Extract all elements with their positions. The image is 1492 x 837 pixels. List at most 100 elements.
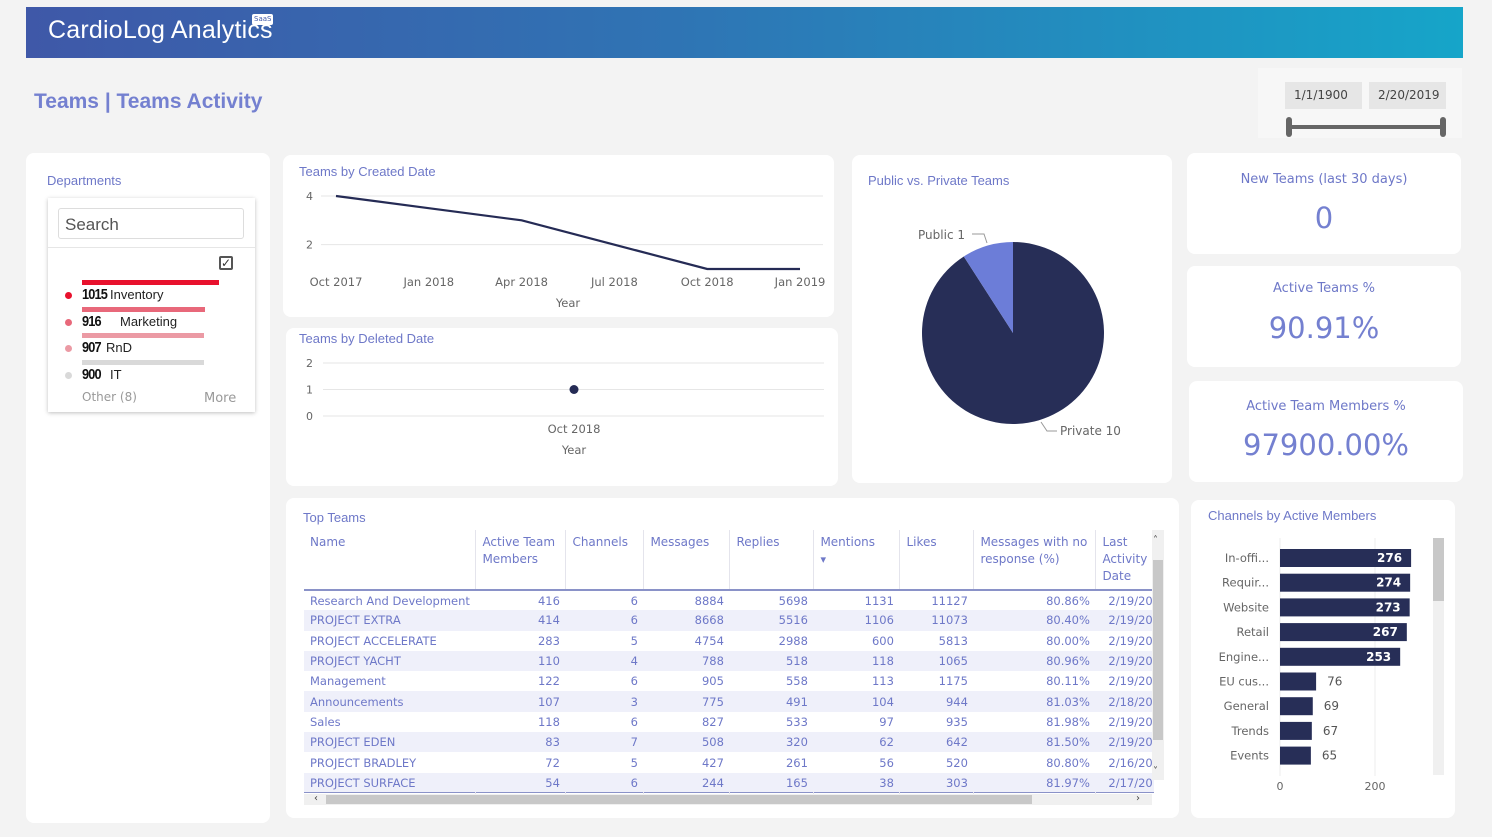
table-cell: 81.98% <box>1046 714 1090 729</box>
department-item[interactable]: 916 Marketing <box>48 307 255 333</box>
departments-slicer: Search ✓ 1015 Inventory 916 Marketing 907 RnD… <box>48 198 255 412</box>
y-tick-label: General <box>1224 699 1269 713</box>
column-header[interactable]: Messages <box>643 530 731 591</box>
start-date-input[interactable]: 1/1/1900 <box>1285 82 1362 109</box>
table-row[interactable]: Sales 118 6 827 533 97 935 81.98% 2/19/2019 <box>304 712 1154 732</box>
table-cell: 6 <box>630 593 638 608</box>
column-header-label: Active Team Members <box>482 535 556 566</box>
table-row[interactable]: Research And Development 416 6 8884 5698 1131… <box>304 590 1154 610</box>
scrollbar-thumb[interactable] <box>1433 538 1444 601</box>
table-cell: PROJECT EDEN <box>304 732 476 753</box>
select-all-checkbox-icon[interactable]: ✓ <box>219 256 233 270</box>
table-cell: 165 <box>729 772 814 793</box>
column-header-label: Messages with no response (%) <box>980 535 1088 566</box>
table-row[interactable]: PROJECT BRADLEY 72 5 427 261 56 520 80.80% 2/16/… <box>304 752 1154 772</box>
more-link[interactable]: More <box>204 391 236 406</box>
table-cell: 508 <box>643 732 730 753</box>
date-slider-end-handle[interactable] <box>1440 117 1446 137</box>
table-row[interactable]: PROJECT YACHT 110 4 788 518 118 1065 80.96% 2/19… <box>304 650 1154 672</box>
table-row[interactable]: Announcements 107 3 775 491 104 944 81.03% 2/18/… <box>304 691 1154 712</box>
date-slider-track[interactable] <box>1288 125 1444 129</box>
scroll-right-icon[interactable]: › <box>1136 793 1140 804</box>
scroll-left-icon[interactable]: ‹ <box>314 793 318 804</box>
table-cell: 122 <box>537 674 560 689</box>
teams-created-line-chart: 2 4 Oct 2017 Jan 2018 Apr 2018 Jul 2018 Oct 20… <box>306 190 825 310</box>
x-axis-label: Year <box>561 443 587 457</box>
kpi-title: Active Teams % <box>1273 281 1375 296</box>
column-header[interactable]: Mentions ▾ <box>813 530 901 591</box>
table-cell: 533 <box>785 714 808 729</box>
y-tick-label: 2 <box>306 239 313 252</box>
department-item[interactable]: 1015 Inventory <box>48 280 255 306</box>
kpi-active-members: Active Team Members % 97900.00% <box>1189 381 1463 482</box>
column-header[interactable]: Last Activity Date <box>1095 530 1154 591</box>
table-cell: 2/19/2019 <box>1108 633 1154 648</box>
saas-badge: SaaS <box>252 14 274 25</box>
table-vertical-scrollbar[interactable]: ˄ ˅ <box>1152 530 1164 780</box>
column-header-label: Messages <box>650 535 710 549</box>
table-cell: 427 <box>701 755 724 770</box>
table-cell: 8668 <box>643 610 730 631</box>
series-line <box>335 194 800 271</box>
y-tick-label: Website <box>1223 600 1269 614</box>
x-tick-label: 200 <box>1365 780 1386 793</box>
column-header[interactable]: Likes <box>899 530 975 591</box>
table-cell: PROJECT YACHT <box>304 650 476 672</box>
table-cell: 827 <box>701 714 724 729</box>
department-count: 907 <box>82 339 102 356</box>
department-count: 916 <box>82 313 102 330</box>
column-header[interactable]: Replies <box>729 530 815 591</box>
table-cell: 3 <box>565 691 644 712</box>
department-item[interactable]: 900 IT <box>48 360 255 386</box>
table-row[interactable]: PROJECT EXTRA 414 6 8668 5516 1106 11073 80.40%… <box>304 610 1154 631</box>
column-header[interactable]: Active Team Members <box>475 530 567 591</box>
y-tick-label: EU cus... <box>1219 675 1269 689</box>
table-cell: 416 <box>537 593 560 608</box>
departments-search-input[interactable]: Search <box>58 208 244 239</box>
table-cell: 56 <box>879 755 894 770</box>
scrollbar-thumb[interactable] <box>1153 560 1163 740</box>
table-cell: 244 <box>643 772 730 793</box>
scroll-up-icon[interactable]: ˄ <box>1153 535 1158 546</box>
chart-vertical-scrollbar[interactable] <box>1433 538 1444 775</box>
teams-created-chart-card: Teams by Created Date 2 4 Oct 2017 Jan 2018… <box>283 155 834 317</box>
column-header[interactable]: Channels <box>565 530 645 591</box>
end-date-input[interactable]: 2/20/2019 <box>1369 82 1446 109</box>
x-tick-label: Jan 2018 <box>402 275 454 289</box>
public-private-card: Public vs. Private Teams Private 10 Publi… <box>852 155 1172 483</box>
table-cell: 72 <box>545 755 560 770</box>
department-count: 900 <box>82 366 102 383</box>
department-dot-icon <box>65 319 72 326</box>
table-cell: 5516 <box>729 610 814 631</box>
table-cell: 303 <box>899 772 974 793</box>
table-row[interactable]: Management 122 6 905 558 113 1175 80.11% 2/19/20… <box>304 671 1154 691</box>
table-cell: PROJECT ACCELERATE <box>310 633 437 648</box>
other-departments-label: Other (8) <box>82 390 137 404</box>
data-label: 274 <box>1376 576 1401 590</box>
department-item[interactable]: 907 RnD <box>48 333 255 359</box>
table-row[interactable]: PROJECT SURFACE 54 6 244 165 38 303 81.97% 2/17/… <box>304 772 1154 793</box>
date-slider-start-handle[interactable] <box>1286 117 1292 137</box>
table-cell: 283 <box>537 633 560 648</box>
table-cell: Research And Development <box>310 593 470 608</box>
table-cell: 6 <box>630 714 638 729</box>
channels-chart-card: Channels by Active Members 0 200 In-offi..… <box>1191 500 1455 818</box>
table-row[interactable]: PROJECT ACCELERATE 283 5 4754 2988 600 5813 80.… <box>304 631 1154 651</box>
column-header-label: Mentions <box>820 535 876 549</box>
table-row[interactable]: PROJECT EDEN8375083206264281.50%2/19/201… <box>304 732 1154 753</box>
department-label: IT <box>110 367 122 382</box>
table-cell: PROJECT BRADLEY <box>310 755 417 770</box>
column-header[interactable]: Messages with no response (%) <box>973 530 1097 591</box>
table-cell: 80.86% <box>1046 593 1090 608</box>
scrollbar-thumb[interactable] <box>326 795 1032 804</box>
table-cell: 81.97% <box>973 772 1096 793</box>
teams-deleted-scatter-chart: 0 1 2 Oct 2018 Year <box>306 357 824 457</box>
sort-descending-icon[interactable]: ▾ <box>820 551 893 568</box>
table-horizontal-scrollbar[interactable]: ‹ › <box>304 793 1152 805</box>
x-tick-label: Oct 2018 <box>681 275 734 289</box>
table-cell: 2/17/2019 <box>1095 772 1154 793</box>
y-tick-label: 1 <box>306 384 313 397</box>
column-header[interactable]: Name <box>304 530 477 591</box>
scroll-down-icon[interactable]: ˅ <box>1153 766 1158 777</box>
data-label: 267 <box>1373 625 1398 639</box>
